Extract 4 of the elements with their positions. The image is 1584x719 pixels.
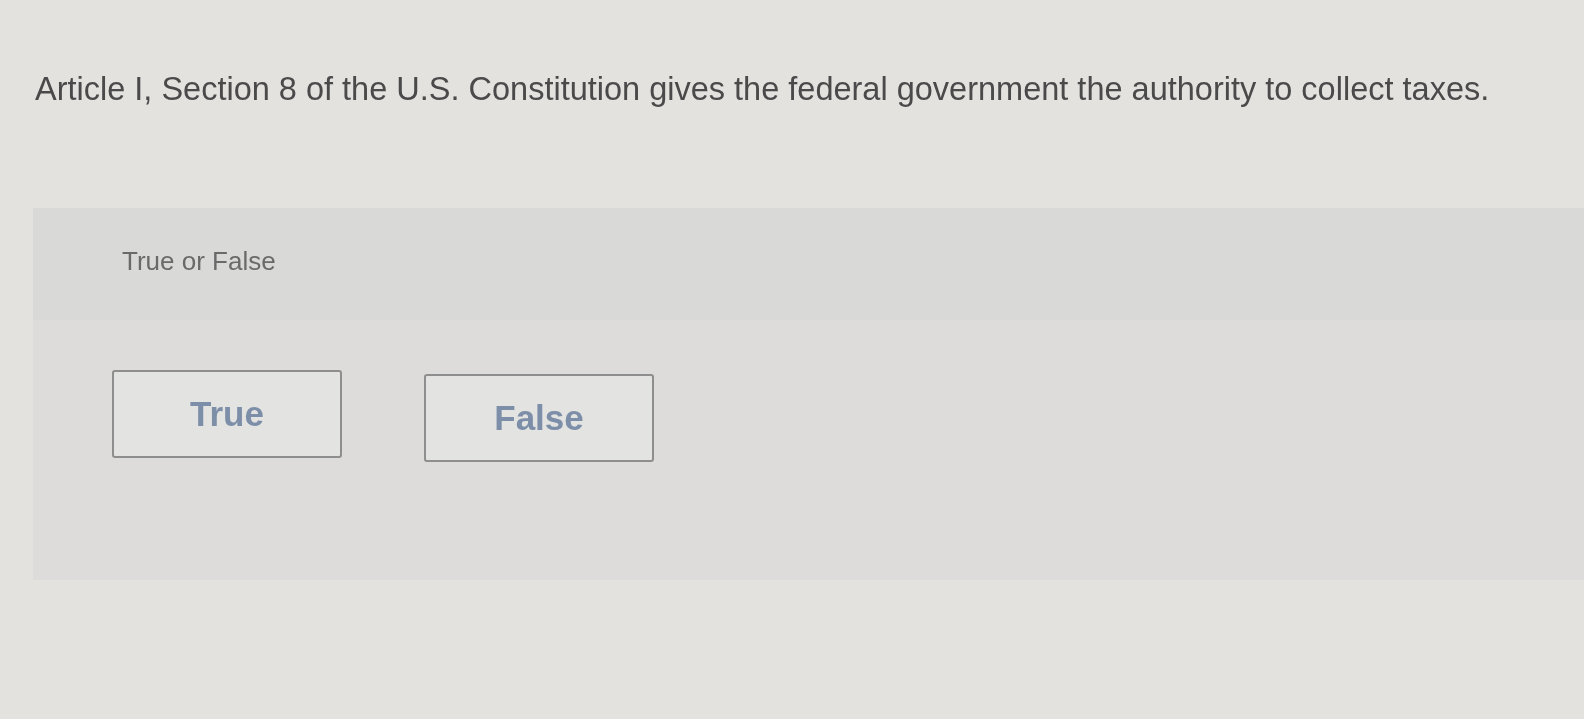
answer-option-button[interactable]: True: [112, 370, 342, 458]
question-text: Article I, Section 8 of the U.S. Constitution gives the federal government the authority to collect taxes.: [35, 70, 1490, 109]
prompt-text: True or False: [122, 245, 276, 277]
answer-option-button[interactable]: False: [424, 374, 654, 462]
